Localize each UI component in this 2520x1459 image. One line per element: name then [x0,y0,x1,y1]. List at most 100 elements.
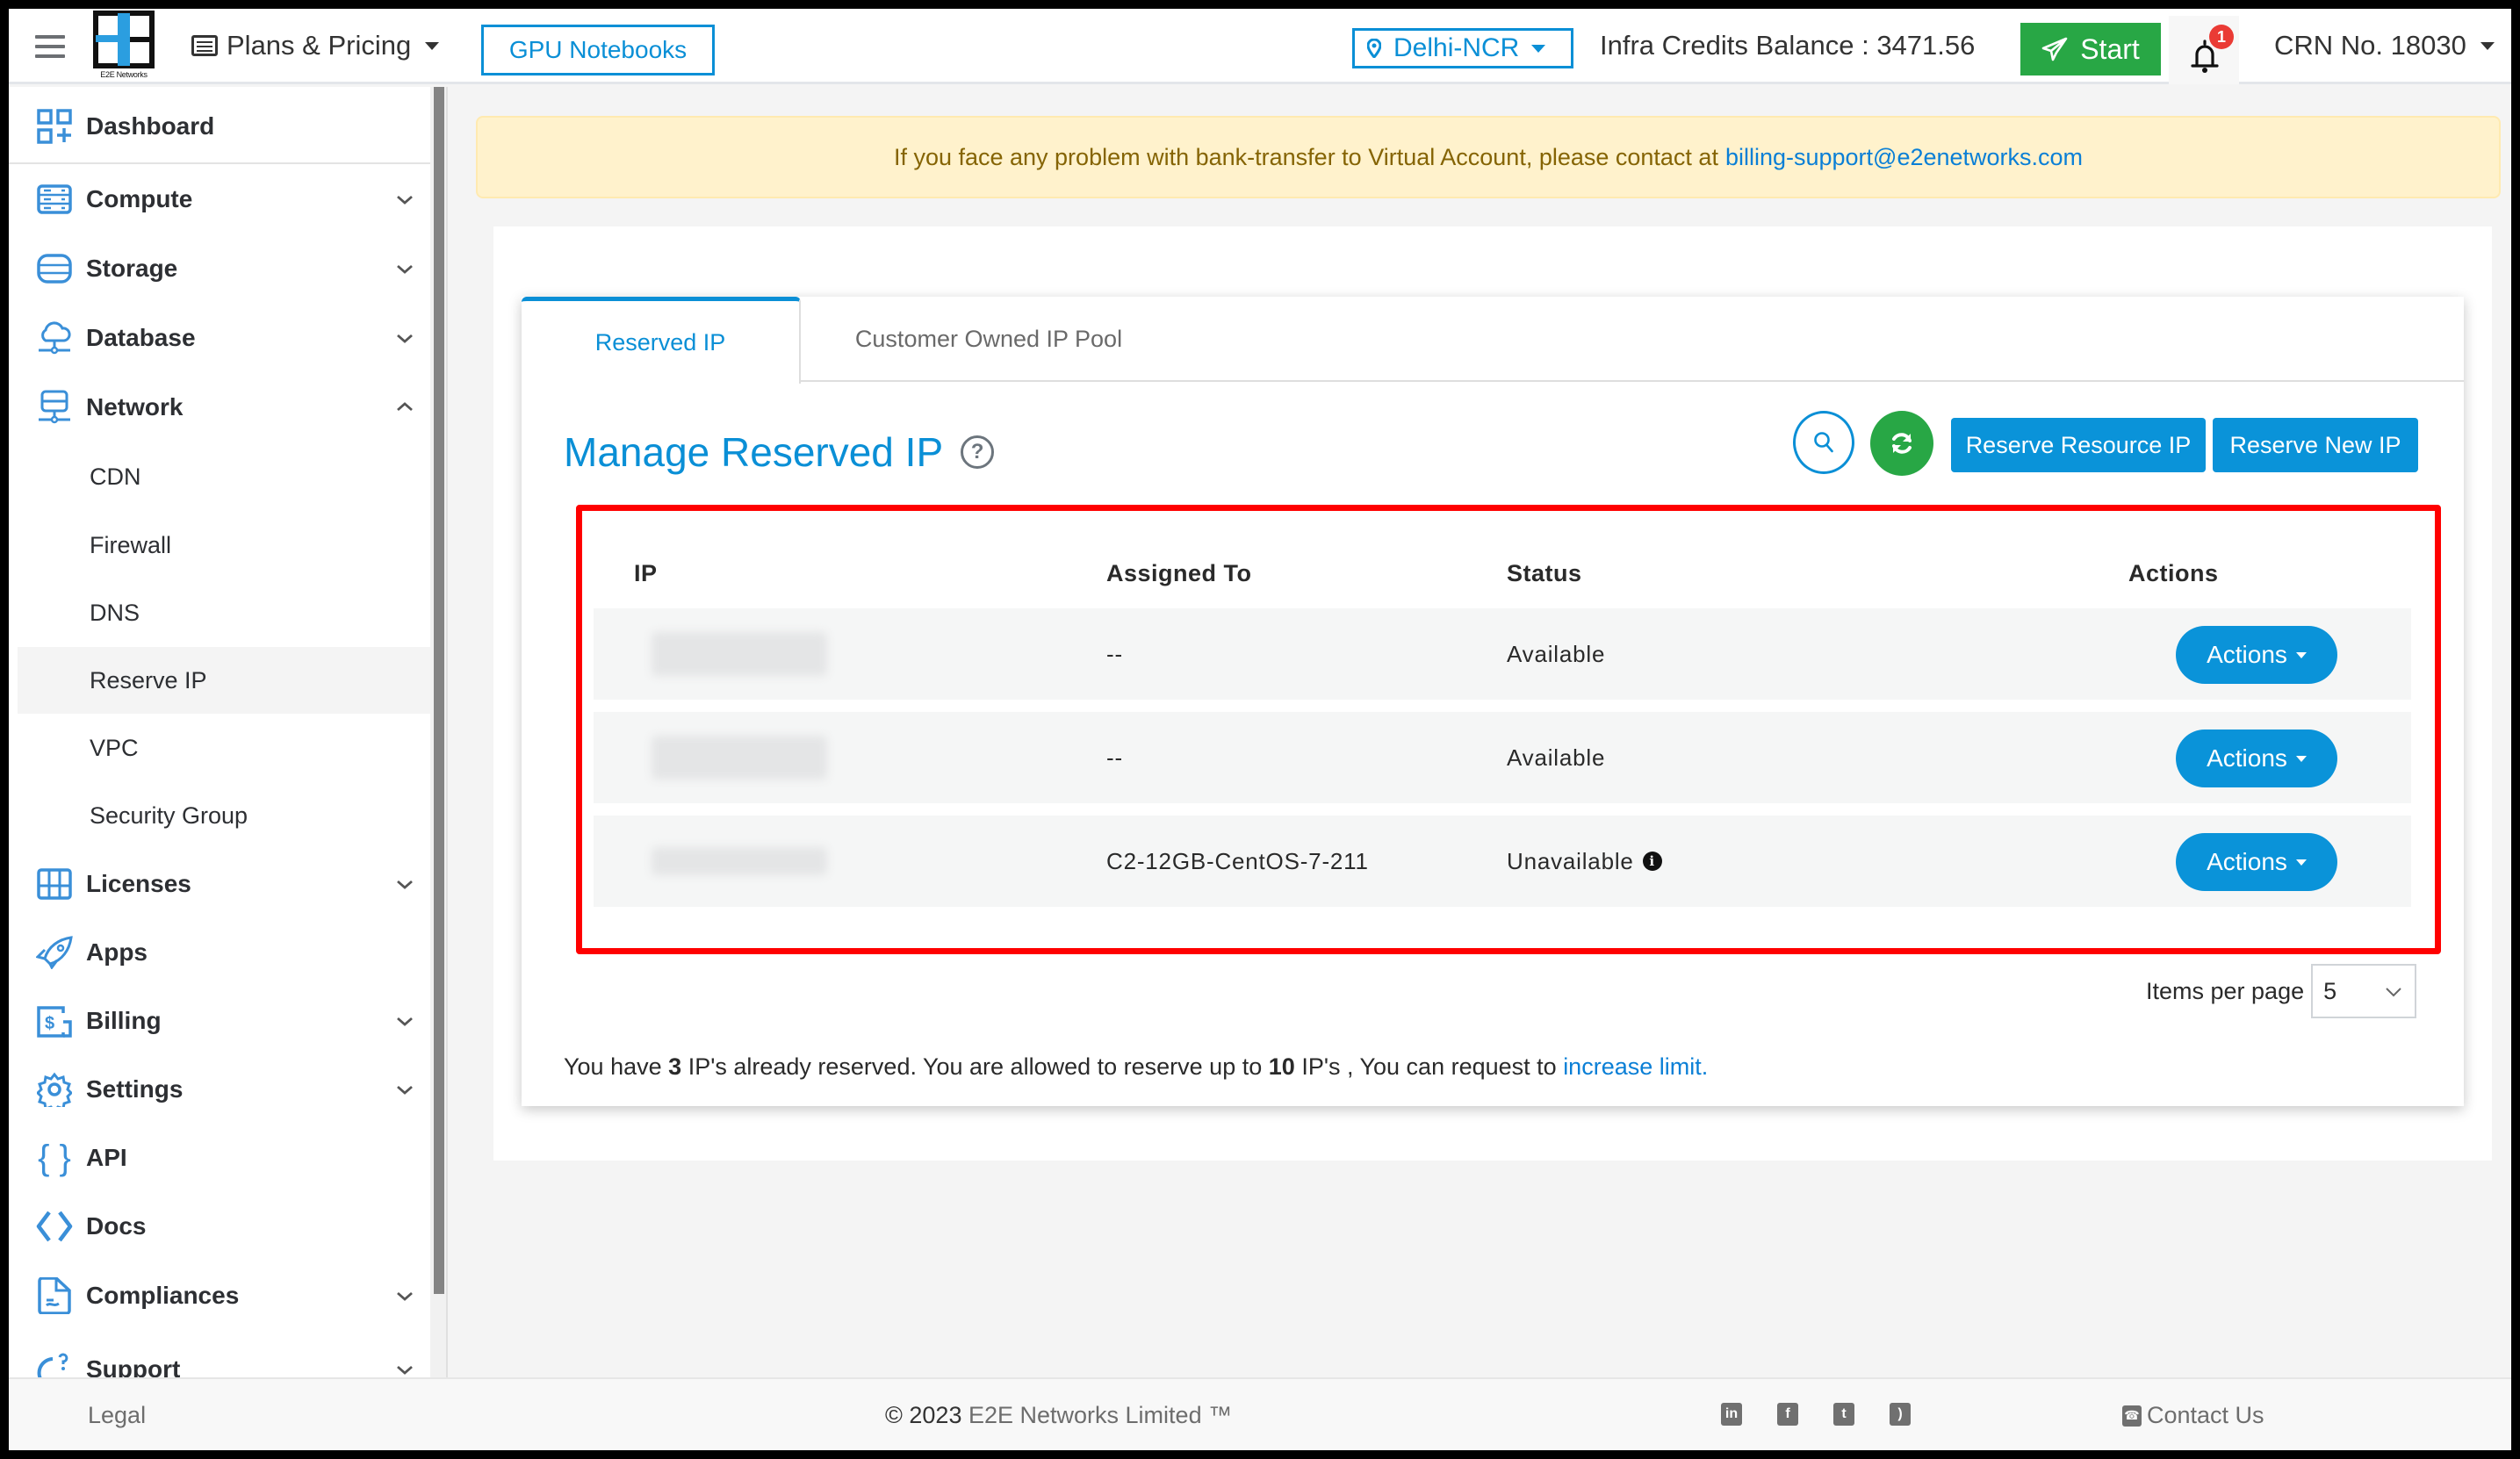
sidebar-item-storage[interactable]: Storage [9,237,430,300]
status-text: Unavailable [1507,847,1634,874]
linkedin-icon[interactable]: in [1721,1403,1742,1426]
sidebar-item-dashboard[interactable]: Dashboard [9,95,430,158]
info-icon[interactable]: i [1642,852,1662,871]
chevron-down-icon [2386,988,2401,997]
phone-icon: ☎ [2122,1405,2142,1427]
sidebar-item-label: Network [86,393,184,420]
contact-label: Contact Us [2147,1402,2264,1428]
chevron-down-icon [397,1085,413,1095]
gpu-notebooks-button[interactable]: GPU Notebooks [481,25,715,75]
limit-middle: IP's already reserved. You are allowed t… [688,1053,1263,1080]
e2e-logo[interactable]: E2E Networks [93,11,155,79]
status-cell: Available [1507,712,1605,803]
caret-down-icon [425,41,440,50]
chevron-down-icon [397,1291,413,1301]
table-row: -- Available Actions [594,608,2411,700]
sidebar-subitem-reserve-ip[interactable]: Reserve IP [18,647,430,714]
document-icon [35,1276,74,1315]
sidebar-subitem-firewall[interactable]: Firewall [18,512,430,579]
region-selector[interactable]: Delhi-NCR [1352,28,1573,68]
sidebar-subitem-label: CDN [90,463,141,490]
refresh-button[interactable] [1870,411,1933,476]
search-button[interactable] [1793,411,1854,474]
sidebar-scrollbar[interactable] [430,87,448,1377]
ip-cell [652,816,827,907]
sidebar-item-label: Dashboard [86,112,215,140]
ip-cell [652,712,827,803]
company-name: E2E Networks Limited ™ [968,1402,1233,1428]
sidebar-item-network[interactable]: Network [9,376,430,439]
facebook-icon[interactable]: f [1777,1403,1798,1426]
sidebar-subitem-security-group[interactable]: Security Group [18,782,430,849]
column-header-ip: IP [634,560,658,586]
sidebar-item-label: Apps [86,938,148,966]
sidebar-item-licenses[interactable]: Licenses [9,852,430,916]
contact-us-link[interactable]: ☎ Contact Us [2122,1402,2264,1429]
chevron-down-icon [397,334,413,343]
sidebar-item-label: API [86,1144,127,1171]
actions-dropdown-button[interactable]: Actions [2176,626,2337,684]
caret-down-icon [2295,651,2307,658]
items-per-page-select[interactable]: 5 [2311,964,2417,1018]
sidebar-item-database[interactable]: Database [9,306,430,370]
actions-dropdown-button[interactable]: Actions [2176,730,2337,787]
sidebar-subitem-label: Reserve IP [90,666,207,694]
sidebar-subitem-dns[interactable]: DNS [18,579,430,646]
reserve-new-ip-button[interactable]: Reserve New IP [2213,418,2418,472]
blurred-ip [652,632,827,676]
rss-icon[interactable]: ) [1890,1403,1911,1426]
sidebar-item-api[interactable]: { } API [9,1126,430,1189]
chevron-down-icon [397,880,413,889]
crn-label: CRN No. 18030 [2274,30,2466,61]
chevron-down-icon [397,195,413,205]
sidebar-item-support[interactable]: Support [9,1338,430,1377]
sidebar-subitem-cdn[interactable]: CDN [18,443,430,510]
items-per-page-label: Items per page [2146,977,2305,1004]
actions-label: Actions [2207,848,2287,875]
caret-down-icon [2295,755,2307,762]
page-title: Manage Reserved IP [564,429,944,475]
plans-pricing-menu[interactable]: Plans & Pricing [191,28,440,63]
actions-dropdown-button[interactable]: Actions [2176,833,2337,891]
column-header-actions: Actions [2128,560,2219,586]
sidebar-item-settings[interactable]: Settings [9,1058,430,1121]
items-per-page: Items per page 5 [2146,964,2417,1018]
sidebar-item-apps[interactable]: Apps [9,921,430,984]
chevron-up-icon [397,402,413,412]
assigned-to-cell: C2-12GB-CentOS-7-211 [1106,847,1369,874]
sidebar-item-compute[interactable]: Compute [9,168,430,231]
sidebar-item-label: Billing [86,1007,162,1034]
sidebar-subitem-vpc[interactable]: VPC [18,715,430,781]
braces-icon: { } [38,1138,71,1177]
sidebar-item-compliances[interactable]: Compliances [9,1264,430,1327]
tab-customer-owned-ip-pool[interactable]: Customer Owned IP Pool [801,297,1177,382]
table-row: C2-12GB-CentOS-7-211 Unavailable i Action… [594,816,2411,907]
network-icon [35,388,74,427]
twitter-icon[interactable]: t [1833,1403,1854,1426]
sidebar-item-label: Support [86,1355,181,1377]
legal-link[interactable]: Legal [88,1402,146,1429]
hamburger-menu-icon[interactable] [35,35,65,58]
tab-reserved-ip[interactable]: Reserved IP [522,297,801,384]
region-label: Delhi-NCR [1393,33,1520,62]
top-bar: E2E Networks Plans & Pricing GPU Noteboo… [9,9,2511,84]
help-icon[interactable]: ? [961,435,995,469]
sidebar-item-billing[interactable]: $ Billing [9,989,430,1053]
reserve-resource-ip-button[interactable]: Reserve Resource IP [1951,418,2206,472]
notifications-button[interactable]: 1 [2169,16,2239,84]
status-text: Available [1507,640,1606,667]
search-icon [1814,432,1833,453]
blurred-ip [652,736,827,780]
chevron-down-icon [397,1365,413,1375]
sidebar-item-docs[interactable]: Docs [9,1195,430,1258]
start-button[interactable]: Start [2020,23,2161,75]
increase-limit-link[interactable]: increase limit. [1563,1053,1708,1080]
status-text: Available [1507,744,1606,771]
footer: Legal © 2023 E2E Networks Limited ™ in f… [9,1377,2511,1450]
billing-support-email-link[interactable]: billing-support@e2enetworks.com [1725,144,2083,171]
code-icon [35,1207,74,1246]
start-label: Start [2080,32,2140,65]
account-menu[interactable]: CRN No. 18030 [2274,30,2495,61]
scrollbar-thumb[interactable] [434,87,444,1294]
sidebar-item-label: Storage [86,255,178,282]
